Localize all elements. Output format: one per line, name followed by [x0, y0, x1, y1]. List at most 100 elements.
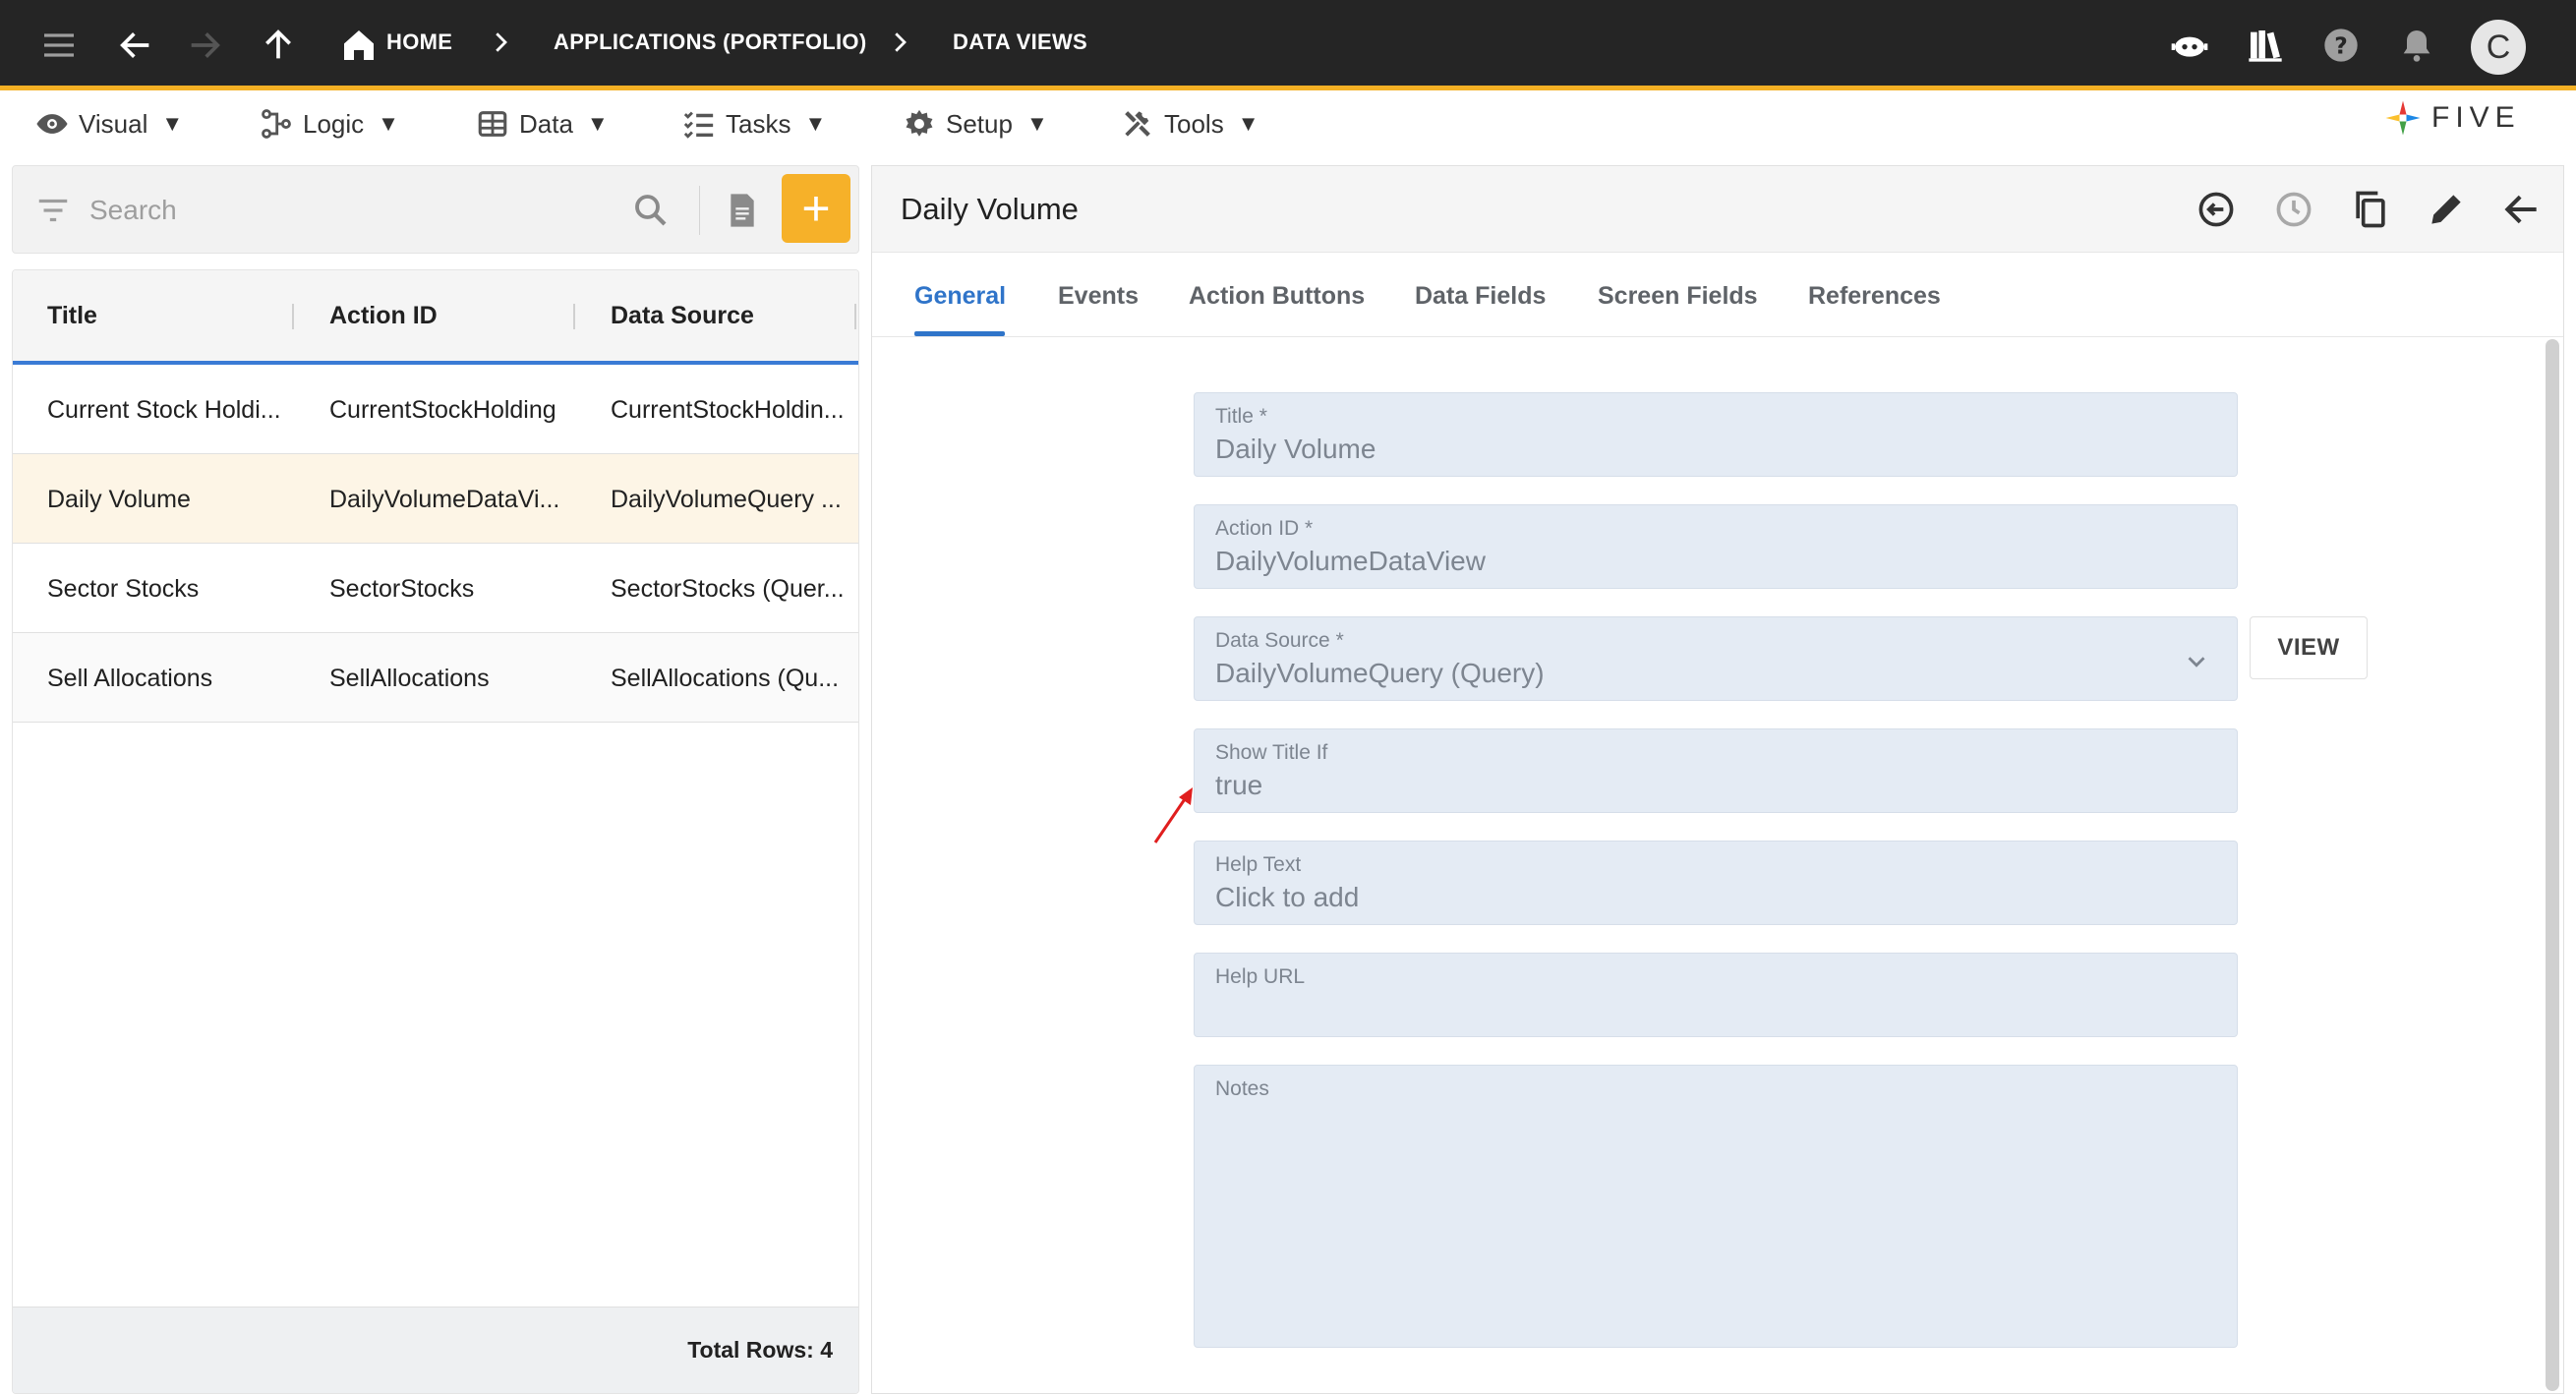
tab-general[interactable]: General	[914, 282, 1006, 311]
search-icon[interactable]	[630, 190, 672, 231]
breadcrumb-home[interactable]: HOME	[386, 29, 452, 55]
search-input[interactable]: Search	[89, 195, 177, 226]
bell-icon[interactable]	[2393, 22, 2440, 69]
logo-text: FIVE	[2431, 101, 2521, 134]
avatar[interactable]: C	[2471, 20, 2526, 75]
tab-references[interactable]: References	[1808, 282, 1941, 311]
svg-text:?: ?	[2334, 31, 2348, 59]
data-grid: Title Action ID Data Source Current Stoc…	[12, 269, 859, 1394]
help-text-field[interactable]: Help Text Click to add	[1194, 841, 2238, 925]
page-title: Daily Volume	[901, 192, 1079, 226]
back-arrow-icon[interactable]	[112, 22, 159, 69]
action-id-field-label: Action ID *	[1215, 517, 1314, 540]
table-row[interactable]: Current Stock Holdi... CurrentStockHoldi…	[13, 365, 858, 454]
help-text-field-label: Help Text	[1215, 853, 1302, 876]
flow-icon	[262, 109, 291, 139]
title-field[interactable]: Title * Daily Volume	[1194, 392, 2238, 477]
cell-action-id: SectorStocks	[329, 575, 475, 603]
show-title-if-field[interactable]: Show Title If true	[1194, 728, 2238, 813]
view-button[interactable]: VIEW	[2250, 616, 2368, 679]
five-logo-mark	[2385, 100, 2421, 136]
tab-screen-fields[interactable]: Screen Fields	[1598, 282, 1758, 311]
table-row-selected[interactable]: Daily Volume DailyVolumeDataVi... DailyV…	[13, 454, 858, 544]
gear-icon	[906, 109, 933, 137]
menu-data[interactable]: Data ▼	[476, 104, 609, 144]
cell-data-source: SellAllocations (Qu...	[611, 665, 840, 692]
edit-icon[interactable]	[2425, 188, 2468, 231]
grid-header: Title Action ID Data Source	[13, 270, 858, 365]
menu-tools-label: Tools	[1164, 108, 1224, 139]
tab-bar: General Events Action Buttons Data Field…	[872, 253, 2563, 337]
back-arrow-icon[interactable]	[2500, 188, 2544, 231]
caret-down-icon: ▼	[378, 111, 399, 136]
column-header-action-id[interactable]: Action ID	[329, 302, 438, 330]
column-resize-handle[interactable]	[292, 304, 294, 329]
cell-title: Sector Stocks	[47, 575, 200, 603]
eye-icon	[36, 114, 68, 134]
up-arrow-icon[interactable]	[255, 22, 302, 69]
chevron-right-icon	[496, 32, 507, 52]
tab-data-fields[interactable]: Data Fields	[1415, 282, 1546, 311]
forward-arrow-icon	[181, 22, 228, 69]
menu-data-label: Data	[519, 108, 573, 139]
library-icon[interactable]	[2242, 22, 2289, 69]
column-resize-handle[interactable]	[573, 304, 575, 329]
data-source-select[interactable]: Data Source * DailyVolumeQuery (Query)	[1194, 616, 2238, 701]
search-bar: Search	[12, 165, 859, 254]
column-header-data-source[interactable]: Data Source	[611, 302, 754, 330]
table-row[interactable]: Sector Stocks SectorStocks SectorStocks …	[13, 544, 858, 633]
action-id-field-value: DailyVolumeDataView	[1215, 546, 1486, 576]
menu-logic-label: Logic	[303, 108, 365, 139]
show-title-if-field-value: true	[1215, 770, 1263, 800]
action-id-field[interactable]: Action ID * DailyVolumeDataView	[1194, 504, 2238, 589]
notes-field[interactable]: Notes	[1194, 1065, 2238, 1348]
menu-bar: Visual ▼ Logic ▼ Data ▼ Tasks ▼ Setup ▼ …	[0, 95, 2576, 150]
menu-visual-label: Visual	[79, 108, 148, 139]
table-row[interactable]: Sell Allocations SellAllocations SellAll…	[13, 633, 858, 723]
home-icon[interactable]	[335, 22, 382, 69]
help-text-field-value: Click to add	[1215, 882, 1360, 912]
notes-field-label: Notes	[1215, 1077, 1269, 1100]
five-logo: FIVE	[2382, 95, 2521, 141]
column-resize-handle[interactable]	[854, 304, 856, 329]
active-tab-indicator	[914, 331, 1005, 336]
title-field-label: Title *	[1215, 405, 1267, 428]
menu-visual[interactable]: Visual ▼	[35, 104, 183, 144]
breadcrumb-data-views: DATA VIEWS	[953, 29, 1088, 54]
detail-panel: Daily Volume General Events Action Butto…	[871, 165, 2564, 1394]
vertical-scrollbar[interactable]	[2546, 339, 2559, 1391]
data-source-field-value: DailyVolumeQuery (Query)	[1215, 658, 1545, 688]
menu-tools[interactable]: Tools ▼	[1121, 104, 1259, 144]
list-panel: Search + Title Action ID Data Source Cur…	[12, 165, 859, 1394]
clock-icon	[2276, 192, 2312, 227]
data-source-field-label: Data Source *	[1215, 629, 1344, 652]
history-back-icon[interactable]	[2195, 188, 2238, 231]
tools-icon	[1125, 111, 1150, 137]
chevron-down-icon[interactable]	[2182, 647, 2211, 676]
cell-action-id: CurrentStockHolding	[329, 396, 556, 424]
tab-events[interactable]: Events	[1058, 282, 1139, 311]
filter-icon[interactable]	[34, 192, 72, 229]
total-rows: Total Rows: 4	[687, 1337, 833, 1363]
help-icon[interactable]: ?	[2317, 22, 2365, 69]
tab-action-buttons[interactable]: Action Buttons	[1189, 282, 1365, 311]
menu-tasks[interactable]: Tasks ▼	[682, 104, 826, 144]
menu-icon[interactable]	[35, 22, 83, 69]
toolbar-divider	[699, 186, 700, 235]
menu-setup[interactable]: Setup ▼	[903, 104, 1048, 144]
caret-down-icon: ▼	[161, 111, 184, 136]
checklist-icon	[683, 111, 714, 139]
menu-setup-label: Setup	[946, 108, 1013, 139]
menu-logic[interactable]: Logic ▼	[260, 104, 399, 144]
annotation-arrow-icon	[1153, 787, 1193, 843]
column-header-title[interactable]: Title	[47, 302, 97, 330]
copy-icon[interactable]	[2349, 188, 2392, 231]
help-url-field[interactable]: Help URL	[1194, 953, 2238, 1037]
show-title-if-field-label: Show Title If	[1215, 741, 1328, 764]
add-button[interactable]: +	[782, 174, 850, 243]
chatbot-icon[interactable]	[2166, 22, 2213, 69]
grid-footer: Total Rows: 4	[13, 1307, 858, 1393]
breadcrumb-applications[interactable]: APPLICATIONS (PORTFOLIO)	[554, 29, 866, 55]
document-icon[interactable]	[723, 190, 762, 231]
caret-down-icon: ▼	[1237, 111, 1259, 136]
